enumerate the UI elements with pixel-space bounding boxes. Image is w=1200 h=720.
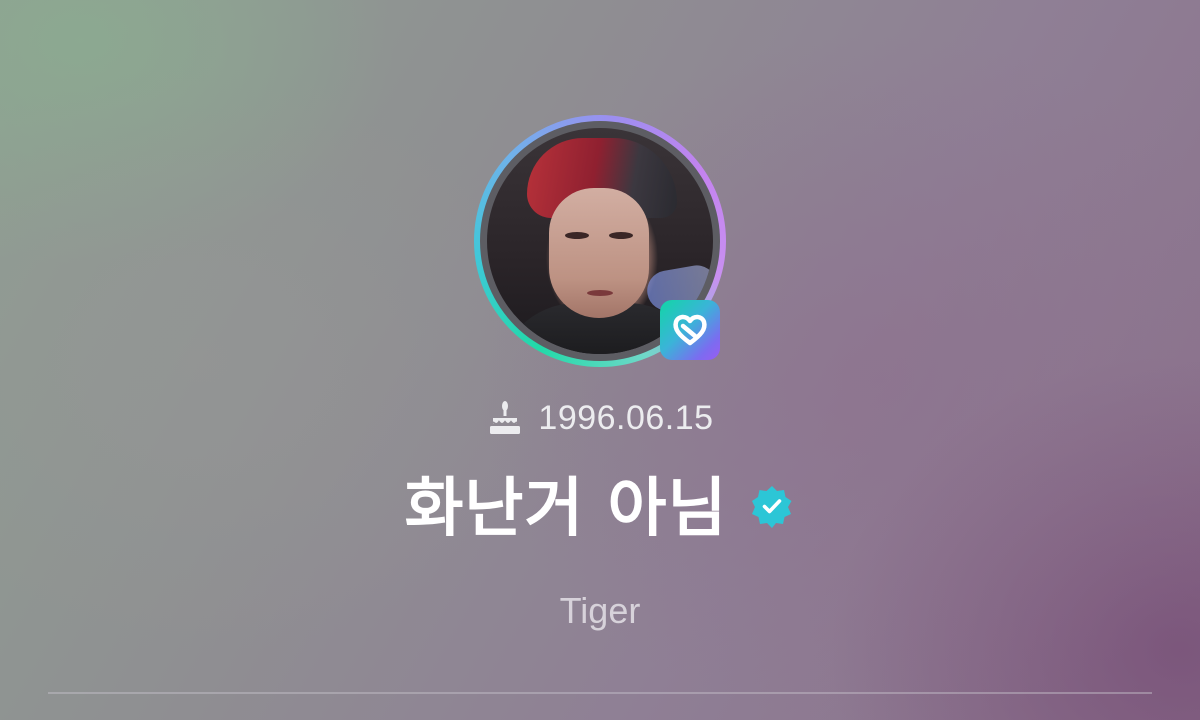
- name-row: 화난거 아님: [0, 458, 1200, 548]
- photo-eye: [609, 232, 633, 239]
- verified-badge-icon: [752, 486, 792, 528]
- photo-eye: [565, 232, 589, 239]
- photo-mouth: [587, 290, 613, 296]
- weverse-heart-icon: [660, 300, 720, 360]
- birthday-row: 1996.06.15: [0, 396, 1200, 440]
- birthday-text: 1996.06.15: [538, 398, 714, 437]
- photo-face: [549, 188, 649, 318]
- heart-glyph: [673, 314, 707, 346]
- divider: [48, 692, 1152, 694]
- profile-header: 1996.06.15 화난거 아님 Tiger: [0, 0, 1200, 720]
- display-name: 화난거 아님: [404, 472, 728, 546]
- cake-icon: [490, 401, 521, 434]
- nickname: Tiger: [559, 590, 641, 631]
